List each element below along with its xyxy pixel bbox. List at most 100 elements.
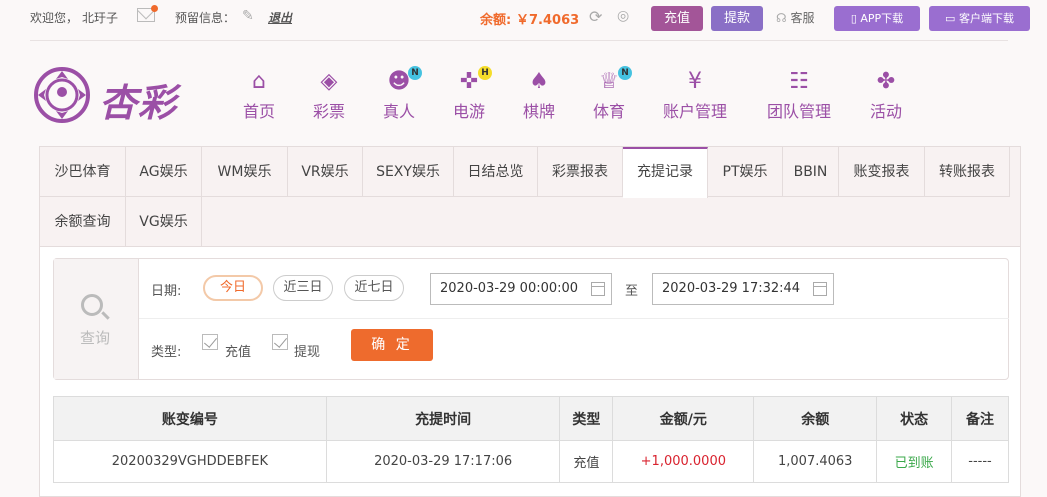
nav-live-casino[interactable]: ☻ N 真人 [383, 66, 422, 122]
tab-sexy[interactable]: SEXY娱乐 [363, 147, 454, 197]
tab-pt[interactable]: PT娱乐 [708, 147, 783, 197]
start-date-value: 2020-03-29 00:00:00 [440, 281, 579, 296]
recharge-checkbox-label: 充值 [225, 345, 252, 360]
reserve-info-label: 预留信息： [175, 11, 236, 25]
cell-time: 2020-03-29 17:17:06 [325, 440, 561, 483]
nav-lottery[interactable]: ◈ 彩票 [313, 70, 345, 122]
trophy-icon: ♕ N [596, 66, 632, 94]
tab-deposit-withdraw-records[interactable]: 充提记录 [623, 147, 708, 198]
nav-team[interactable]: ☷ 团队管理 [767, 70, 831, 122]
cell-amount: +1,000.0000 [612, 440, 755, 483]
new-badge: N [408, 66, 422, 80]
client-download-label: 客户端下载 [958, 12, 1014, 25]
col-type: 类型 [559, 396, 614, 441]
end-date-value: 2020-03-29 17:32:44 [662, 281, 801, 296]
tab-account-change-report[interactable]: 账变报表 [839, 147, 925, 197]
hot-badge: H [478, 66, 492, 80]
query-label: 查询 [80, 329, 111, 347]
col-time: 充提时间 [325, 396, 561, 441]
col-remark: 备注 [951, 396, 1009, 441]
hide-balance-icon[interactable]: ◎ [617, 8, 629, 24]
cell-type: 充值 [559, 440, 614, 483]
cell-status: 已到账 [876, 440, 953, 483]
withdraw-checkbox-label: 提现 [294, 345, 321, 360]
nav-label: 棋牌 [523, 102, 556, 121]
search-icon [81, 294, 103, 316]
cell-balance: 1,007.4063 [753, 440, 878, 483]
nav-home[interactable]: ⌂ 首页 [243, 70, 275, 122]
date-label: 日期: [151, 284, 182, 299]
client-download-button[interactable]: ▭ 客户端下载 [929, 6, 1030, 31]
refresh-icon[interactable]: ⟳ [589, 7, 602, 26]
logout-link[interactable]: 退出 [268, 9, 292, 26]
cards-icon: ♠ [529, 69, 549, 94]
tab-vg[interactable]: VG娱乐 [126, 197, 202, 247]
nav-label: 团队管理 [767, 102, 832, 121]
nav-sports[interactable]: ♕ N 体育 [593, 66, 632, 122]
phone-icon: ▯ [850, 12, 857, 25]
customer-service-label: 客服 [790, 11, 815, 25]
last-3-days-button[interactable]: 近三日 [273, 275, 333, 301]
end-date-input[interactable]: 2020-03-29 17:32:44 [652, 273, 834, 305]
tab-saba-sports[interactable]: 沙巴体育 [40, 147, 126, 197]
nav-slots[interactable]: ✜ H 电游 [453, 66, 492, 122]
col-balance: 余额 [753, 396, 878, 441]
headset-icon: ☊ [776, 11, 787, 25]
tab-lottery-report[interactable]: 彩票报表 [538, 147, 623, 197]
start-date-input[interactable]: 2020-03-29 00:00:00 [430, 273, 612, 305]
report-tabs: 沙巴体育 AG娱乐 WM娱乐 VR娱乐 SEXY娱乐 日结总览 彩票报表 充提记… [40, 147, 1020, 247]
nav-label: 真人 [383, 102, 416, 121]
tab-ag[interactable]: AG娱乐 [126, 147, 202, 197]
monitor-icon: ▭ [945, 12, 956, 25]
to-label: 至 [625, 284, 639, 299]
tab-daily-summary[interactable]: 日结总览 [454, 147, 538, 197]
withdraw-button[interactable]: 提款 [711, 6, 763, 31]
col-status: 状态 [876, 396, 953, 441]
dealer-icon: ☻ N [386, 66, 422, 94]
notification-dot [151, 5, 158, 12]
app-download-button[interactable]: ▯ APP下载 [834, 6, 920, 31]
logo-emblem-icon[interactable] [32, 65, 92, 125]
confirm-button[interactable]: 确 定 [351, 329, 433, 361]
gift-icon: ✤ [876, 69, 896, 94]
row-divider [139, 318, 1009, 319]
balance-label: 余额: [480, 13, 512, 28]
new-badge: N [618, 66, 632, 80]
nav-label: 账户管理 [663, 102, 728, 121]
tab-balance-query[interactable]: 余额查询 [40, 197, 126, 247]
customer-service-link[interactable]: ☊ 客服 [776, 9, 815, 26]
ticket-icon: ◈ [320, 69, 338, 94]
last-7-days-button[interactable]: 近七日 [344, 275, 404, 301]
type-label: 类型: [151, 345, 182, 360]
recharge-checkbox[interactable] [202, 334, 218, 350]
nav-cards[interactable]: ♠ 棋牌 [523, 70, 555, 122]
logo-text: 杏彩 [99, 81, 178, 125]
nav-label: 体育 [593, 102, 626, 121]
calendar-icon[interactable] [591, 282, 605, 296]
nav-label: 活动 [870, 102, 903, 121]
nav-account[interactable]: ¥ 账户管理 [663, 70, 727, 122]
tab-transfer-report[interactable]: 转账报表 [925, 147, 1010, 197]
nav-promotions[interactable]: ✤ 活动 [870, 70, 902, 122]
calendar-icon[interactable] [813, 282, 827, 296]
query-block: 查询 [54, 259, 139, 379]
edit-icon[interactable]: ✎ [242, 8, 254, 24]
tab-bbin[interactable]: BBIN [783, 147, 839, 197]
today-button[interactable]: 今日 [203, 275, 263, 301]
welcome-text: 欢迎您， [30, 11, 79, 25]
balance-value: ￥7.4063 [516, 13, 580, 28]
nav-label: 首页 [243, 102, 276, 121]
withdraw-checkbox[interactable] [272, 334, 288, 350]
gamepad-icon: ✜ H [456, 66, 492, 94]
username[interactable]: 北玗子 [82, 9, 118, 26]
tab-wm[interactable]: WM娱乐 [202, 147, 288, 197]
yen-icon: ¥ [688, 69, 702, 94]
recharge-button[interactable]: 充值 [651, 6, 703, 31]
team-icon: ☷ [789, 69, 809, 94]
tab-vr[interactable]: VR娱乐 [288, 147, 363, 197]
search-box: 查询 日期: 今日 近三日 近七日 2020-03-29 00:00:00 至 … [53, 258, 1009, 380]
app-download-label: APP下载 [860, 12, 904, 25]
col-transaction-id: 账变编号 [53, 396, 327, 441]
records-table: 账变编号 充提时间 类型 金额/元 余额 状态 备注 20200329VGHDD… [53, 396, 1009, 483]
nav-label: 电游 [453, 102, 486, 121]
